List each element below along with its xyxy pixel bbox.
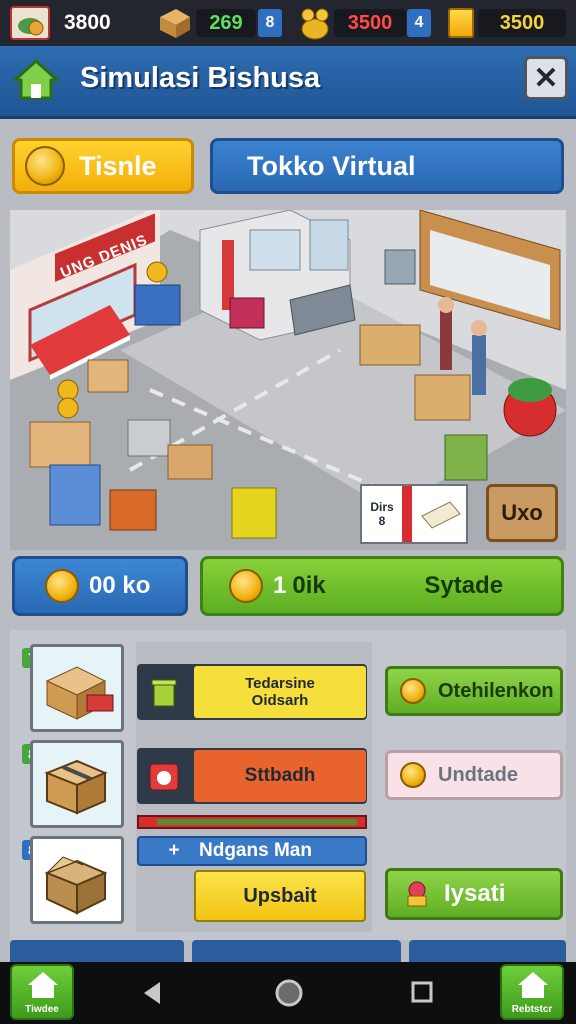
sytade-summary-button[interactable]: 1 0ik Sytade [200, 556, 564, 616]
bottom-tabs-strip [10, 940, 566, 962]
page-title: Simulasi Bishusa [80, 62, 321, 94]
item-card-parcel[interactable] [30, 740, 124, 828]
tab-toko-virtual-label: Tokko Virtual [247, 150, 416, 181]
badge-label: Dirs [370, 500, 394, 514]
header-bar: Simulasi Bishusa ✕ [0, 46, 576, 119]
tab-tisnle[interactable]: Tisnle [12, 138, 194, 194]
gold-counter: 3500 [334, 9, 406, 37]
crate-icon [160, 9, 190, 38]
item-label-sttbadh: Sttbadh [137, 748, 367, 804]
nav-home-left-button[interactable]: Tiwdee [10, 964, 74, 1020]
add-crates-button[interactable]: 8 [258, 9, 282, 37]
avatar-icon [18, 18, 44, 36]
home-icon [518, 972, 548, 998]
resource-bar: 3800 269 8 3500 4 3500 [0, 0, 576, 46]
discount-badge[interactable]: Dirs 8 [360, 484, 468, 544]
coin-icon [229, 569, 263, 603]
item-header-ndgans-man[interactable]: + Ndgans Man [137, 836, 367, 866]
home-circle-icon[interactable] [274, 978, 304, 1008]
action-button-undtade[interactable]: Undtade [385, 750, 563, 800]
item-card-crate[interactable] [30, 836, 124, 924]
action-label: Otehilenkon [438, 679, 554, 702]
add-gold-label: 4 [414, 14, 424, 31]
bottom-tab[interactable] [192, 940, 402, 962]
add-icon: + [168, 840, 180, 861]
home-icon [13, 59, 59, 100]
box-icon [45, 666, 114, 720]
home-button[interactable] [12, 58, 60, 102]
add-gold-button[interactable]: 4 [407, 9, 431, 37]
cash-counter: 3500 [478, 9, 566, 37]
action-label: Iysati [444, 880, 506, 907]
coins-summary-button[interactable]: 00 ko [12, 556, 188, 616]
bottom-tab[interactable] [10, 940, 185, 962]
sytade-label: Sytade [424, 572, 504, 599]
item-label-tedarsine: Tedarsine Oidsarh [137, 664, 367, 720]
back-icon[interactable] [140, 980, 164, 1006]
cheese-icon [421, 501, 461, 529]
item-label-box: Tedarsine Oidsarh [194, 666, 366, 718]
tab-tisnle-label: Tisnle [79, 150, 157, 181]
nav-right-label: Rebtstcr [511, 1004, 553, 1015]
coin-icon [400, 678, 426, 704]
item-label-upsbait[interactable]: Upsbait [194, 870, 366, 922]
action-button-iysati[interactable]: Iysati [385, 868, 563, 920]
badge-sub: 8 [378, 514, 386, 528]
upgrade-chip-label: Uxo [501, 500, 543, 525]
badge-label-block: Dirs 8 [362, 486, 412, 542]
close-icon: ✕ [533, 61, 559, 95]
flower-gift-icon [407, 881, 427, 907]
item-card-box[interactable] [30, 644, 124, 732]
coins-summary-label: 00 ko [89, 572, 151, 599]
action-label: Undtade [438, 763, 518, 786]
progress-bar [137, 815, 367, 829]
gold-bag-icon [301, 8, 329, 40]
alarm-icon [149, 763, 179, 791]
upgrade-chip[interactable]: Uxo [486, 484, 558, 542]
coin-icon [45, 569, 79, 603]
sytade-unit: 0ik [292, 572, 326, 599]
item-label-line1: Upsbait [243, 884, 317, 907]
crates-counter: 269 [196, 9, 256, 37]
add-crates-label: 8 [265, 14, 275, 31]
tab-toko-virtual[interactable]: Tokko Virtual [210, 138, 564, 194]
progress-fill [157, 819, 357, 825]
trash-bin-icon [151, 679, 177, 707]
open-box-icon [44, 856, 108, 915]
item-header-label: Ndgans Man [199, 840, 312, 861]
close-button[interactable]: ✕ [524, 56, 568, 100]
sytade-value: 1 [273, 572, 287, 599]
nav-home-right-button[interactable]: Rebtstcr [500, 964, 564, 1020]
player-level-value: 3800 [64, 11, 111, 34]
parcel-icon [44, 759, 108, 815]
recents-icon[interactable] [410, 980, 434, 1004]
home-icon [28, 972, 58, 998]
coin-stack-icon [25, 146, 65, 186]
bottom-tab[interactable] [409, 940, 566, 962]
item-label-line1: Sttbadh [244, 765, 316, 786]
item-label-box: Sttbadh [194, 750, 366, 802]
cash-icon [448, 8, 474, 38]
coin-icon [400, 762, 426, 788]
crates-value: 269 [209, 11, 243, 34]
item-label-line1: Tedarsine [245, 675, 315, 692]
action-button-otehilenkon[interactable]: Otehilenkon [385, 666, 563, 716]
cash-value: 3500 [499, 11, 545, 34]
store-scene[interactable]: UNG DENIS Dirs 8 Uxo [10, 210, 566, 550]
nav-left-label: Tiwdee [25, 1004, 59, 1015]
player-avatar[interactable] [10, 6, 50, 40]
item-label-line2: Oidsarh [251, 692, 309, 709]
gold-value: 3500 [347, 11, 393, 34]
